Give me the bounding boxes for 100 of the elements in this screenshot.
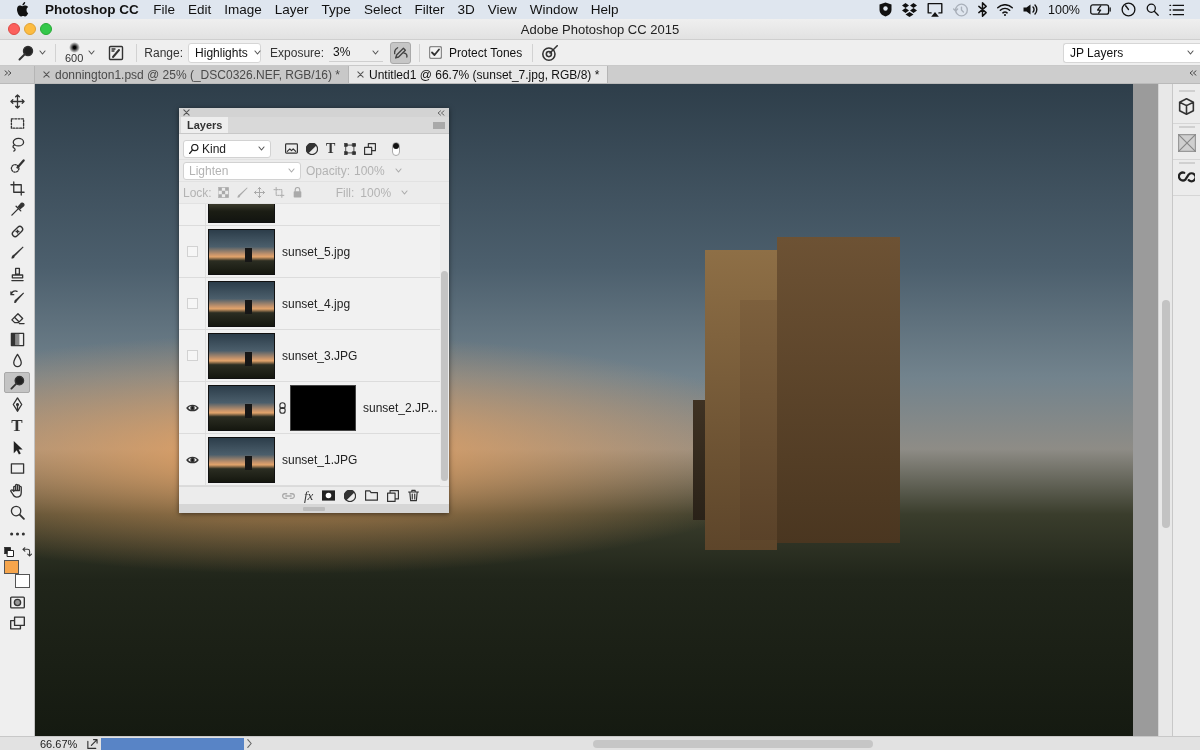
chevron-right-icon[interactable] [247, 739, 253, 748]
menu-item[interactable]: Image [217, 2, 269, 17]
type-filter-button[interactable]: T [326, 140, 336, 157]
wifi-icon[interactable] [997, 3, 1013, 16]
apple-icon[interactable] [16, 2, 29, 17]
rectangle-icon [9, 461, 25, 477]
photo-thumbnail [208, 384, 275, 431]
document-tab[interactable]: donnington1.psd @ 25% (_DSC0326.NEF, RGB/16) * [35, 66, 349, 83]
scrollbar-thumb[interactable] [441, 271, 448, 481]
background-color-swatch[interactable] [15, 574, 30, 589]
document-tab[interactable]: Untitled1 @ 66.7% (sunset_7.jpg, RGB/8) * [349, 66, 609, 83]
quick-mask-icon[interactable] [9, 596, 25, 610]
layer-name: sunset_3.JPG [282, 348, 358, 363]
battery-icon[interactable] [1090, 4, 1111, 15]
close-icon[interactable] [357, 71, 364, 78]
double-chevron-icon[interactable] [1189, 70, 1197, 76]
clock-icon[interactable] [1121, 2, 1136, 17]
menu-item[interactable]: Layer [268, 2, 316, 17]
layer-mask-thumbnail [290, 384, 356, 431]
square-with-handles-icon[interactable] [344, 142, 357, 155]
eye-icon[interactable] [185, 455, 199, 464]
menu-item[interactable]: 3D [450, 2, 482, 17]
eye-icon[interactable] [185, 403, 199, 412]
shield-icon[interactable] [879, 2, 892, 17]
brush-icon [9, 245, 25, 261]
menu-item[interactable]: File [146, 2, 182, 17]
screen-mode-icon[interactable] [9, 616, 25, 631]
checkerboard-icon[interactable] [217, 187, 229, 198]
protect-tones-checkbox[interactable] [429, 46, 443, 59]
trash-icon[interactable] [408, 489, 420, 502]
scrollbar-thumb[interactable] [1161, 300, 1170, 528]
close-icon[interactable] [183, 109, 190, 116]
hand-icon [9, 483, 25, 498]
overlapping-squares-icon[interactable] [387, 489, 400, 502]
target-icon[interactable] [542, 44, 559, 61]
workspace-dropdown[interactable]: JP Layers [1063, 42, 1200, 63]
tool-button[interactable] [4, 371, 30, 394]
caret-icon [395, 168, 402, 173]
tool-preset-picker[interactable] [18, 44, 46, 61]
vertical-scrollbar[interactable] [1158, 84, 1172, 736]
caret-icon [372, 49, 380, 55]
resize-grip[interactable] [303, 506, 325, 511]
scrollbar-thumb[interactable] [593, 739, 874, 748]
range-dropdown[interactable]: Highlights [188, 42, 262, 63]
linked-loops-icon[interactable] [1178, 170, 1195, 183]
double-chevron-icon[interactable] [4, 70, 12, 76]
layer-name: sunset_2.JP... [363, 400, 438, 415]
zoom-icon [9, 504, 25, 520]
bluetooth-icon[interactable] [978, 2, 987, 17]
tool-button[interactable]: T [4, 414, 30, 437]
close-icon[interactable] [43, 71, 50, 78]
caret-icon [88, 50, 96, 55]
paddle-icon [9, 375, 25, 390]
speaker-icon[interactable] [1023, 3, 1038, 16]
photo-thumbnail [208, 228, 275, 275]
layer-name: sunset_4.jpg [282, 296, 351, 311]
menu-item[interactable]: View [481, 2, 524, 17]
protect-tones-label[interactable]: Protect Tones [449, 45, 523, 60]
overlapping-squares-icon[interactable] [364, 142, 377, 155]
effects-button[interactable]: fx [304, 487, 314, 504]
menu-item[interactable]: Help [584, 2, 625, 17]
close-window-button[interactable] [8, 23, 20, 35]
double-chevron-icon[interactable] [437, 109, 445, 116]
menu-item[interactable]: Select [357, 2, 408, 17]
layer-row[interactable]: sunset_4.jpg [179, 278, 440, 330]
crossed-square-icon[interactable] [1177, 134, 1196, 152]
menu-item[interactable]: Edit [181, 2, 218, 17]
diamond-shapes-icon[interactable] [902, 2, 917, 17]
layer-row[interactable]: sunset_1.JPG [179, 434, 440, 486]
brush-picker[interactable]: 600 [65, 41, 96, 64]
swap-arrow-icon[interactable] [22, 547, 32, 558]
foreground-color-swatch[interactable] [4, 560, 19, 575]
brush-settings-icon[interactable] [108, 44, 125, 61]
layer-row[interactable]: sunset_2.JP... [179, 382, 440, 434]
menu-item[interactable]: Window [523, 2, 585, 17]
airbrush-toggle[interactable] [390, 41, 412, 64]
filter-kind-dropdown[interactable]: Kind [183, 139, 271, 158]
half-circle-icon[interactable] [306, 142, 318, 155]
cube-icon[interactable] [1178, 98, 1195, 115]
menu-item[interactable]: Filter [407, 2, 451, 17]
screen-with-triangle-icon[interactable] [927, 2, 943, 17]
mask-icon[interactable] [322, 490, 336, 501]
exposure-field[interactable]: 3% [329, 43, 384, 62]
folder-icon[interactable] [365, 490, 379, 501]
list-icon[interactable] [1169, 3, 1184, 16]
app-menu[interactable]: Photoshop CC [45, 2, 139, 17]
search-icon[interactable] [1146, 3, 1159, 16]
menu-item[interactable]: Type [315, 2, 358, 17]
layer-row[interactable] [179, 204, 440, 226]
layer-row[interactable]: sunset_3.JPG [179, 330, 440, 382]
default-colors-icon[interactable] [4, 547, 14, 558]
layers-tab[interactable]: Layers [181, 117, 229, 133]
layer-row[interactable]: sunset_5.jpg [179, 226, 440, 278]
battery-percentage: 100% [1048, 2, 1080, 17]
filter-toggle[interactable] [392, 141, 401, 156]
exposure-label: Exposure: [270, 45, 325, 60]
half-circle-icon[interactable] [344, 489, 357, 502]
picture-icon[interactable] [285, 143, 298, 154]
brush-with-arrow-icon [9, 288, 25, 304]
export-arrow-icon[interactable] [87, 738, 99, 749]
